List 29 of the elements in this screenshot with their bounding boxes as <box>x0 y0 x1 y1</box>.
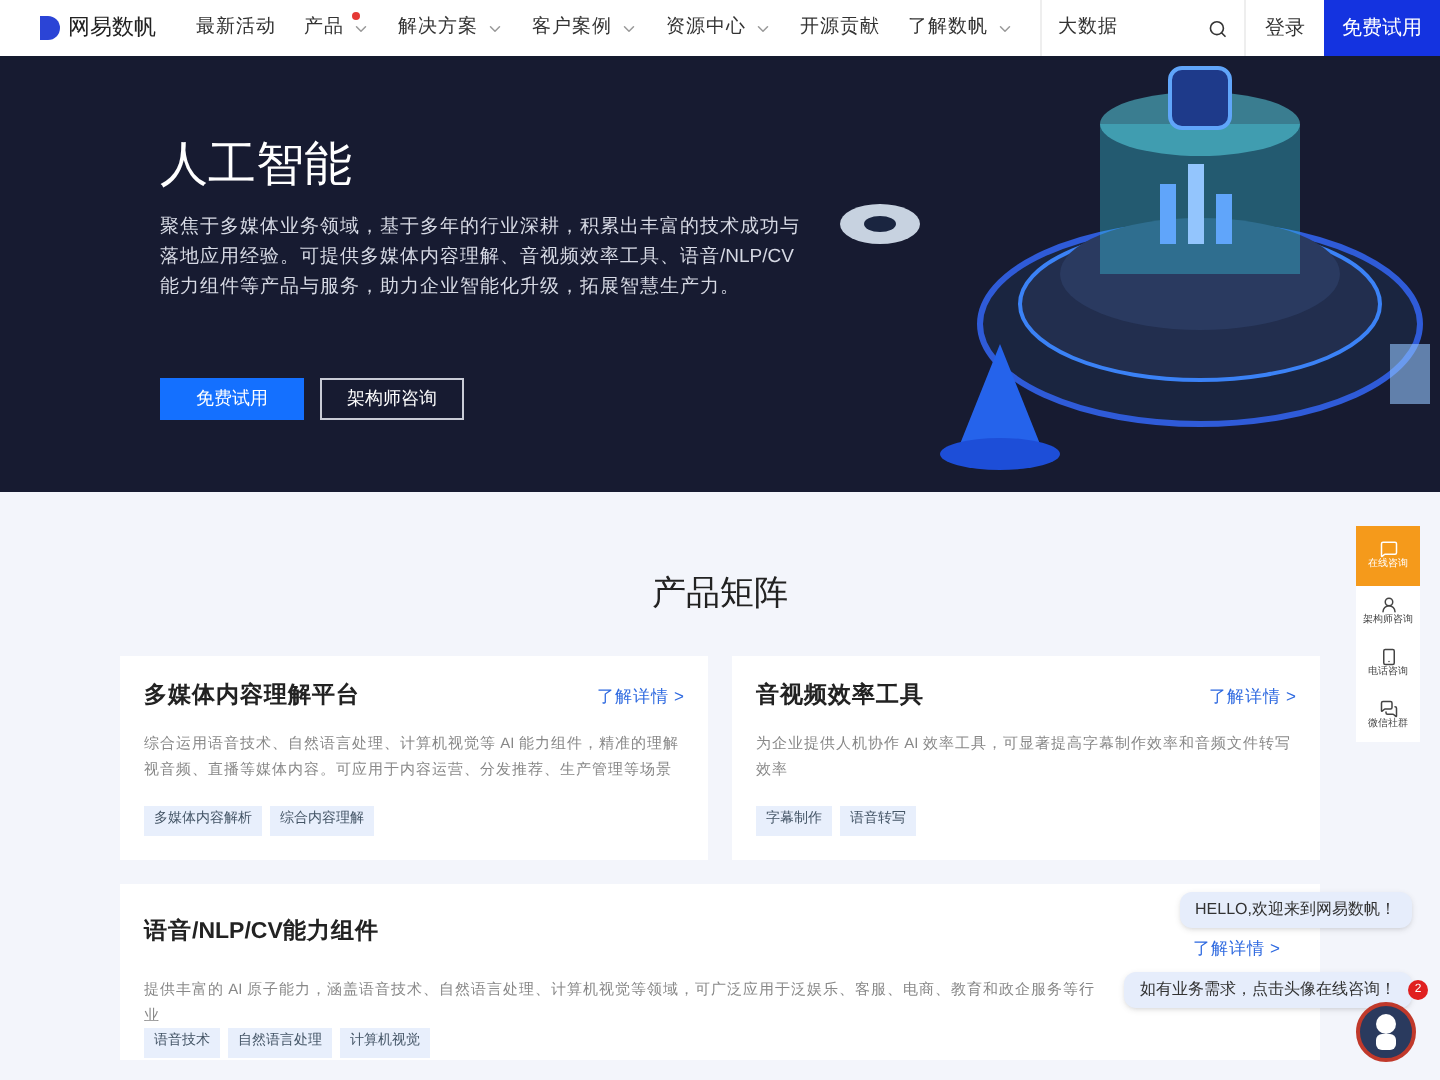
nav-item[interactable]: 客户案例 <box>532 13 638 43</box>
card-title: 多媒体内容理解平台 <box>144 680 360 711</box>
logo-text: 网易数帆 <box>68 13 156 44</box>
card-title: 语音/NLP/CV能力组件 <box>144 916 379 949</box>
nav-item[interactable]: 了解数帆 <box>908 13 1014 43</box>
chat-bubble: 如有业务需求，点击头像在线咨询！ <box>1124 972 1412 1008</box>
section-title: 产品矩阵 <box>652 572 788 616</box>
learn-more-link[interactable]: 了解详情 > <box>1209 683 1296 709</box>
search-icon <box>1208 17 1228 39</box>
learn-more-link[interactable]: 了解详情 > <box>1193 935 1280 961</box>
nav-item[interactable]: 最新活动 <box>196 13 276 43</box>
card-title: 音视频效率工具 <box>756 680 924 711</box>
person-icon <box>1379 595 1397 614</box>
nav-item[interactable]: 开源贡献 <box>800 13 880 43</box>
logo-icon <box>40 16 60 40</box>
free-trial-button[interactable]: 免费试用 <box>160 378 304 420</box>
nav-item[interactable]: 解决方案 <box>398 13 504 43</box>
consult-button[interactable]: 架构师咨询 <box>320 378 464 420</box>
chat-icon <box>1379 539 1397 558</box>
nav-item[interactable]: 产品 <box>304 13 370 43</box>
chat-bubble: HELLO,欢迎来到网易数帆！ <box>1179 892 1412 928</box>
free-trial-button[interactable]: 免费试用 <box>1324 0 1440 56</box>
assistant-avatar[interactable] <box>1356 1002 1416 1062</box>
learn-more-link[interactable]: 了解详情 > <box>597 683 684 709</box>
hero-title: 人工智能 <box>160 136 354 196</box>
search-field[interactable]: 大数据 <box>1058 13 1209 43</box>
hero-description: 聚焦于多媒体业务领域，基于多年的行业深耕，积累出丰富的技术成功与落地应用经验。可提供多媒体内容理解、音视频效率工具、语音/NLP/CV 能力组件等产品与服务，助力企业智能化升级，拓展智慧生产力。 <box>160 214 800 302</box>
phone-icon <box>1379 647 1397 666</box>
nav-item[interactable]: 资源中心 <box>666 13 772 43</box>
